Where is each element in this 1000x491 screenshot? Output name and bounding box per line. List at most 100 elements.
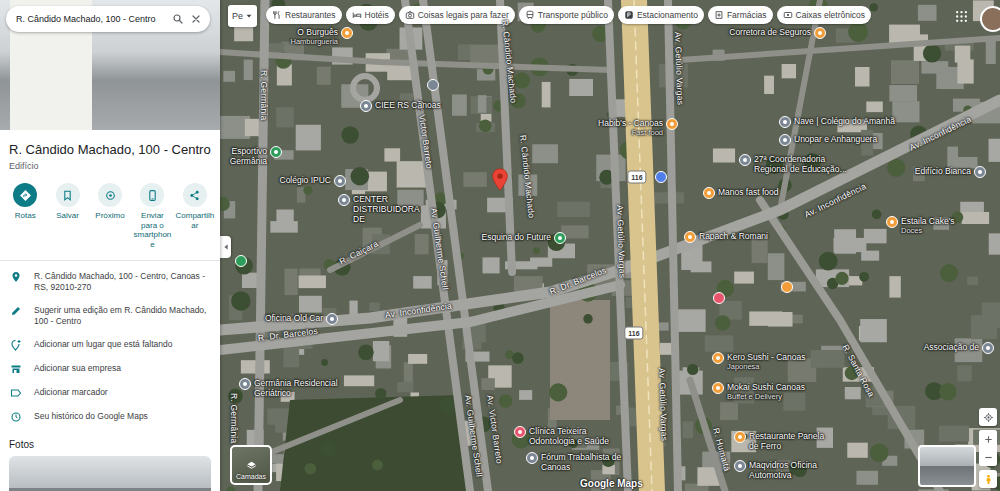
layers-button[interactable]: Camadas xyxy=(230,445,272,485)
action-circle[interactable] xyxy=(56,183,80,207)
map-type-button[interactable]: Pe xyxy=(228,5,257,27)
search-box[interactable]: R. Cândido Machado, 100 - Centro xyxy=(6,6,210,32)
poi-icon[interactable] xyxy=(270,146,282,158)
poi-icon[interactable] xyxy=(684,231,696,243)
poi-label[interactable]: Esquina do Future xyxy=(482,232,551,242)
action-circle[interactable] xyxy=(183,183,207,207)
search-icon[interactable] xyxy=(172,13,184,25)
satellite-map[interactable]: Pe RestaurantesHotéisCoisas legais para f… xyxy=(220,0,1000,491)
poi-label[interactable]: Fórum Trabalhista de Canoas xyxy=(541,452,636,472)
poi-icon[interactable] xyxy=(779,116,791,128)
poi-icon[interactable] xyxy=(712,382,724,394)
poi-name: Kero Sushi - Canoas xyxy=(727,352,805,362)
poi-icon[interactable] xyxy=(666,118,678,130)
search-query[interactable]: R. Cândido Machado, 100 - Centro xyxy=(16,14,166,24)
poi-label[interactable]: Clínica Teixeira Odontologia e Saúde xyxy=(529,426,624,446)
poi-label[interactable]: Maqvidros Oficina Automotiva xyxy=(749,460,829,480)
poi-label[interactable]: 27ª Coordenadoria Regional de Educação..… xyxy=(754,154,854,174)
poi-icon[interactable] xyxy=(974,166,986,178)
directions-icon xyxy=(19,189,32,202)
poi-label[interactable]: Oficina Old Car xyxy=(265,313,323,323)
category-chip[interactable]: Farmácias xyxy=(708,6,773,24)
action-button[interactable]: Próximo xyxy=(89,183,131,249)
poi-icon[interactable] xyxy=(326,313,338,325)
poi-marker[interactable] xyxy=(655,171,667,183)
category-chip[interactable]: Caixas eletrônicos xyxy=(777,6,871,24)
category-chip[interactable]: Restaurantes xyxy=(266,6,342,24)
info-row[interactable]: Sugerir uma edição em R. Cândido Machado… xyxy=(0,299,220,333)
action-circle[interactable] xyxy=(98,183,122,207)
info-row[interactable]: Adicionar marcador xyxy=(0,381,220,405)
poi-label[interactable]: Mokai Sushi CanoasBuffet e Delivery xyxy=(727,382,805,401)
info-row[interactable]: R. Cândido Machado, 100 - Centro, Canoas… xyxy=(0,265,220,299)
share-icon xyxy=(188,189,201,202)
poi-icon[interactable] xyxy=(239,378,251,390)
poi-label[interactable]: Kero Sushi - CanoasJaponesa xyxy=(727,352,805,371)
info-text: Seu histórico do Google Maps xyxy=(34,411,148,422)
poi-icon[interactable] xyxy=(338,194,350,206)
poi-label[interactable]: CIEE RS Canoas xyxy=(375,100,441,110)
satellite-imagery[interactable] xyxy=(220,0,1000,491)
poi-marker[interactable] xyxy=(427,79,439,91)
poi-label[interactable]: Rapach & Romani xyxy=(699,231,768,241)
poi-icon[interactable] xyxy=(739,154,751,166)
poi-marker[interactable] xyxy=(235,255,247,267)
poi-name: Fórum Trabalhista de Canoas xyxy=(541,452,636,472)
poi-icon[interactable] xyxy=(886,216,898,228)
poi-label[interactable]: Colégio IPUC xyxy=(280,175,332,185)
poi-label[interactable]: Restaurante Panela de Ferro xyxy=(749,431,829,451)
poi-label[interactable]: Habib's - CanoasFast food xyxy=(598,118,663,137)
info-row[interactable]: Adicionar sua empresa xyxy=(0,357,220,381)
poi-label[interactable]: Estaila Cake'sDoces xyxy=(901,216,955,235)
action-button[interactable]: Salvar xyxy=(46,183,88,249)
poi-icon[interactable] xyxy=(360,100,372,112)
action-circle[interactable] xyxy=(140,183,164,207)
poi-icon[interactable] xyxy=(779,134,791,146)
poi-label[interactable]: Associação de xyxy=(924,342,979,352)
close-icon[interactable] xyxy=(190,13,202,25)
poi-marker[interactable] xyxy=(781,281,793,293)
category-chip[interactable]: Estacionamento xyxy=(618,6,704,24)
poi-icon[interactable] xyxy=(514,426,526,438)
zoom-in-button[interactable] xyxy=(979,430,997,448)
poi-marker[interactable] xyxy=(713,292,725,304)
poi-label[interactable]: O BurguêsHamburgueria xyxy=(290,27,338,46)
poi-icon[interactable] xyxy=(554,232,566,244)
category-chip[interactable]: Transporte público xyxy=(519,6,614,24)
street-view-thumbnail[interactable] xyxy=(918,445,976,487)
poi-label[interactable]: Nave | Colégio do Amanhã xyxy=(794,116,895,126)
street-view-photo[interactable]: R. Cândido Machado, 100 - Centro xyxy=(0,0,220,130)
collapse-panel-button[interactable] xyxy=(220,236,231,258)
category-chip[interactable]: Coisas legais para fazer xyxy=(399,6,515,24)
info-row[interactable]: Seu histórico do Google Maps xyxy=(0,405,220,429)
poi-icon[interactable] xyxy=(814,27,826,39)
apps-grid-icon[interactable] xyxy=(955,10,968,23)
poi-icon[interactable] xyxy=(982,342,994,354)
poi-icon[interactable] xyxy=(712,352,724,364)
poi-icon[interactable] xyxy=(734,460,746,472)
account-avatar[interactable] xyxy=(980,6,1000,32)
pegman-button[interactable] xyxy=(979,470,997,488)
my-location-button[interactable] xyxy=(979,408,997,426)
poi-icon[interactable] xyxy=(526,452,538,464)
info-row[interactable]: Adicionar um lugar que está faltando xyxy=(0,333,220,357)
action-button[interactable]: Enviar para o smartphone xyxy=(131,183,173,249)
action-button[interactable]: Compartilhar xyxy=(174,183,216,249)
action-circle[interactable] xyxy=(13,183,37,207)
poi-label[interactable]: Germânia Residencial Geriátrico xyxy=(254,378,349,398)
poi-label[interactable]: Unopar e Anhanguera xyxy=(794,134,877,144)
action-button[interactable]: Rotas xyxy=(4,183,46,249)
poi-label[interactable]: Edifício Bianca xyxy=(915,166,971,176)
poi-label[interactable]: Corretora de Seguros xyxy=(729,27,811,37)
zoom-out-button[interactable] xyxy=(979,448,997,466)
photo-thumbnail[interactable] xyxy=(9,456,211,491)
category-chip[interactable]: Hotéis xyxy=(346,6,395,24)
selected-location-pin-icon[interactable] xyxy=(492,168,508,191)
poi-icon[interactable] xyxy=(703,187,715,199)
poi-label[interactable]: CENTER DISTRIBUIDORA DE xyxy=(353,194,433,225)
poi-icon[interactable] xyxy=(734,431,746,443)
poi-label[interactable]: Esportivo Germânia xyxy=(223,146,267,166)
poi-label[interactable]: Manos fast food xyxy=(718,187,778,197)
poi-icon[interactable] xyxy=(341,27,353,39)
poi-icon[interactable] xyxy=(334,175,346,187)
